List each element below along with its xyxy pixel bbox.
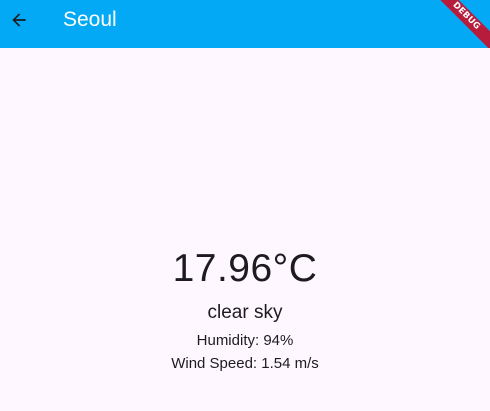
arrow-back-icon (9, 10, 29, 30)
humidity-text: Humidity: 94% (196, 332, 294, 349)
page-title: Seoul (63, 8, 117, 31)
debug-banner: DEBUG (422, 0, 490, 48)
weather-description: clear sky (207, 302, 283, 323)
temperature-value: 17.96°C (172, 247, 318, 290)
weather-content: 17.96°C clear sky Humidity: 94% Wind Spe… (0, 48, 490, 411)
app-bar: Seoul DEBUG (0, 0, 490, 48)
wind-speed-text: Wind Speed: 1.54 m/s (171, 355, 319, 372)
back-button[interactable] (0, 0, 38, 40)
